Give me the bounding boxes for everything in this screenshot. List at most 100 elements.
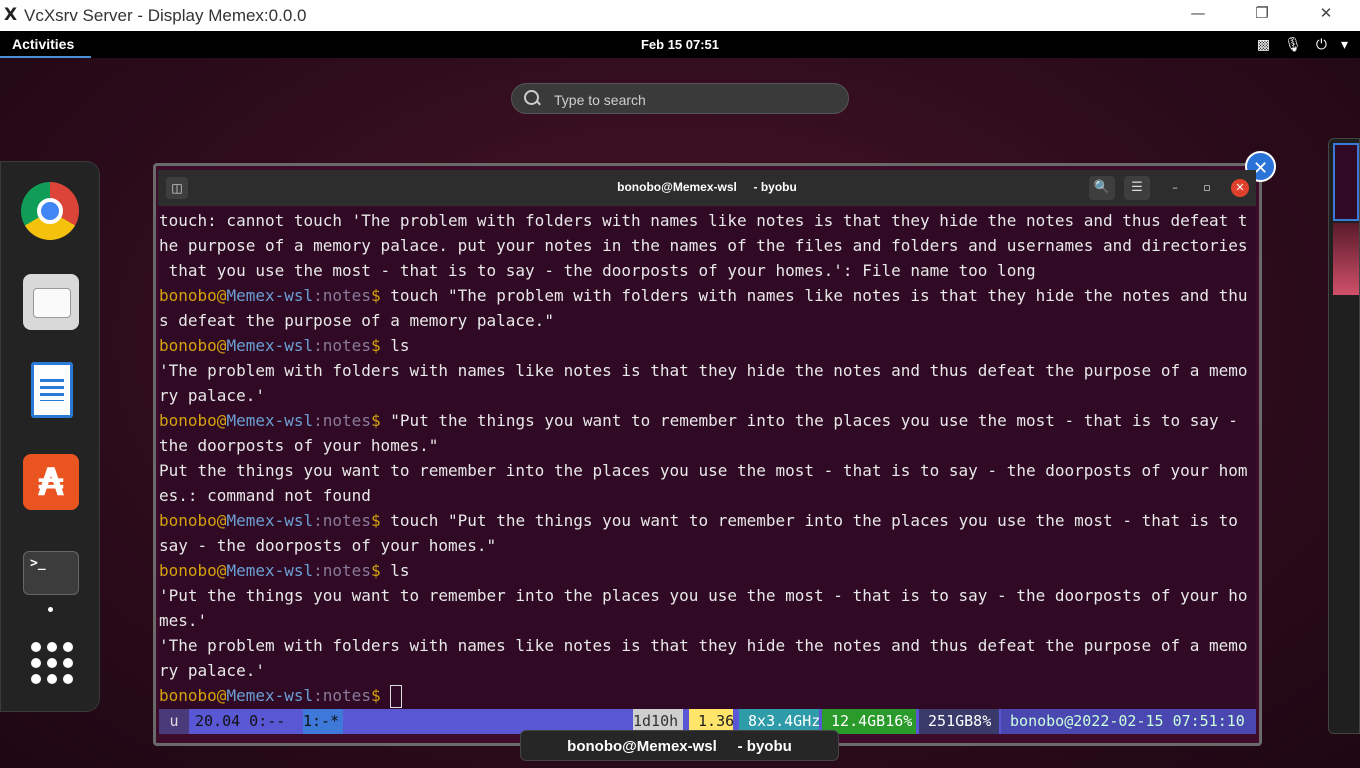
prompt-colon: : [313,511,323,530]
chrome-icon [21,182,79,240]
output-line: s defeat the purpose of a memory palace.… [159,311,554,330]
prompt-line: bonobo@Memex-wsl:notes$ "Put the things … [159,408,1238,433]
prompt-host: Memex-wsl [226,511,314,530]
byobu-datetime: bonobo@2022-02-15 07:51:10 [1001,709,1256,734]
power-icon[interactable]: ⏻ [1316,37,1327,53]
prompt-line: bonobo@Memex-wsl:notes$ touch "Put the t… [159,508,1238,533]
prompt-host: Memex-wsl [226,336,314,355]
prompt-at: @ [216,411,227,430]
workspace-thumbnail-1[interactable] [1333,143,1359,221]
byobu-disk: 251GB8% [919,709,999,734]
output-line: that you use the most - that is to say -… [159,261,1036,280]
prompt-cmd: "Put the things you want to remember int… [380,411,1238,430]
prompt-user: bonobo [159,511,217,530]
prompt-cmd: touch "Put the things you want to rememb… [380,511,1238,530]
output-line: he purpose of a memory palace. put your … [159,236,1248,255]
microphone-icon[interactable]: 🎙 [1284,37,1302,53]
dock-item-chrome[interactable] [21,182,81,242]
output-line: 'The problem with folders with names lik… [159,361,1248,380]
prompt-cmd: ls [380,561,410,580]
dock-item-writer[interactable] [21,362,81,422]
text-cursor [390,685,403,708]
network-icon[interactable]: ▩ [1257,37,1270,53]
search-input[interactable] [552,89,836,111]
prompt-dollar: $ [370,686,381,705]
clock[interactable]: Feb 15 07:51 [0,31,1360,58]
maximize-terminal-button[interactable]: ▫ [1198,179,1216,197]
output-line: touch: cannot touch 'The problem with fo… [159,211,1248,230]
prompt-user: bonobo [159,286,217,305]
prompt-path: notes [322,286,371,305]
close-button[interactable]: ✕ [1306,4,1346,26]
prompt-colon: : [313,336,323,355]
prompt-cmd [381,686,391,705]
output-line: say - the doorposts of your homes." [159,536,497,555]
terminal-output[interactable]: touch: cannot touch 'The problem with fo… [159,207,1256,709]
search-box[interactable] [511,83,849,114]
prompt-dollar: $ [370,561,381,580]
prompt-path: notes [322,561,371,580]
show-applications-button[interactable] [31,642,73,684]
terminal-icon: >_ [23,551,79,595]
prompt-colon: : [313,561,323,580]
output-line: ry palace.' [159,386,265,405]
prompt-user: bonobo [159,336,217,355]
prompt-line: bonobo@Memex-wsl:notes$ touch "The probl… [159,283,1248,308]
system-tray[interactable]: ▩ 🎙 ⏻ ▾ [1257,31,1348,58]
close-terminal-button[interactable]: ✕ [1231,179,1249,197]
search-button[interactable]: 🔍 [1089,176,1115,200]
dock-item-files[interactable] [21,272,81,332]
x-app-icon: X [4,5,18,25]
gnome-top-bar: Activities Feb 15 07:51 ▩ 🎙 ⏻ ▾ [0,31,1360,58]
prompt-line: bonobo@Memex-wsl:notes$ [159,683,403,708]
prompt-dollar: $ [370,411,381,430]
workspace-thumbnail-2[interactable] [1333,223,1359,295]
files-icon [23,274,79,330]
maximize-button[interactable]: ❐ [1242,4,1282,26]
prompt-host: Memex-wsl [226,686,314,705]
workspace-switcher[interactable] [1328,138,1360,734]
dock-item-terminal[interactable]: >_ [21,547,81,607]
dock: ₳ >_ [0,161,100,712]
prompt-path: notes [322,686,371,705]
window-title: VcXsrv Server - Display Memex:0.0.0 [24,6,307,25]
byobu-window[interactable]: 1:-* [303,709,343,734]
app-store-icon: ₳ [23,454,79,510]
byobu-release: 20.04 0:-- [195,709,286,734]
prompt-line: bonobo@Memex-wsl:notes$ ls [159,558,410,583]
output-line: ry palace.' [159,661,265,680]
window-tooltip: bonobo@Memex-wsl - byobu [520,730,839,761]
prompt-path: notes [322,411,371,430]
output-line: 'The problem with folders with names lik… [159,636,1248,655]
prompt-path: notes [322,336,371,355]
prompt-cmd: ls [380,336,410,355]
output-line: es.: command not found [159,486,371,505]
minimize-button[interactable]: — [1178,4,1218,26]
writer-icon [31,362,73,418]
prompt-colon: : [313,686,323,705]
vcxsrv-titlebar: X VcXsrv Server - Display Memex:0.0.0 — … [0,0,1360,31]
prompt-user: bonobo [159,561,217,580]
dock-item-app-store[interactable]: ₳ [21,452,81,512]
prompt-at: @ [216,686,227,705]
prompt-at: @ [216,561,227,580]
running-indicator [48,607,53,612]
chevron-down-icon[interactable]: ▾ [1341,37,1348,53]
search-icon [524,90,539,105]
prompt-at: @ [216,286,227,305]
terminal-headerbar: ◫ bonobo@Memex-wsl - byobu 🔍 ☰ – ▫ ✕ [158,170,1256,206]
prompt-cmd: touch "The problem with folders with nam… [380,286,1248,305]
output-line: Put the things you want to remember into… [159,461,1248,480]
output-line: the doorposts of your homes." [159,436,439,455]
prompt-at: @ [216,336,227,355]
prompt-at: @ [216,511,227,530]
prompt-path: notes [322,511,371,530]
prompt-dollar: $ [370,286,381,305]
prompt-user: bonobo [159,686,217,705]
byobu-logo: u [159,709,189,734]
menu-button[interactable]: ☰ [1124,176,1150,200]
prompt-line: bonobo@Memex-wsl:notes$ ls [159,333,410,358]
prompt-colon: : [313,411,323,430]
prompt-user: bonobo [159,411,217,430]
minimize-terminal-button[interactable]: – [1166,179,1184,197]
